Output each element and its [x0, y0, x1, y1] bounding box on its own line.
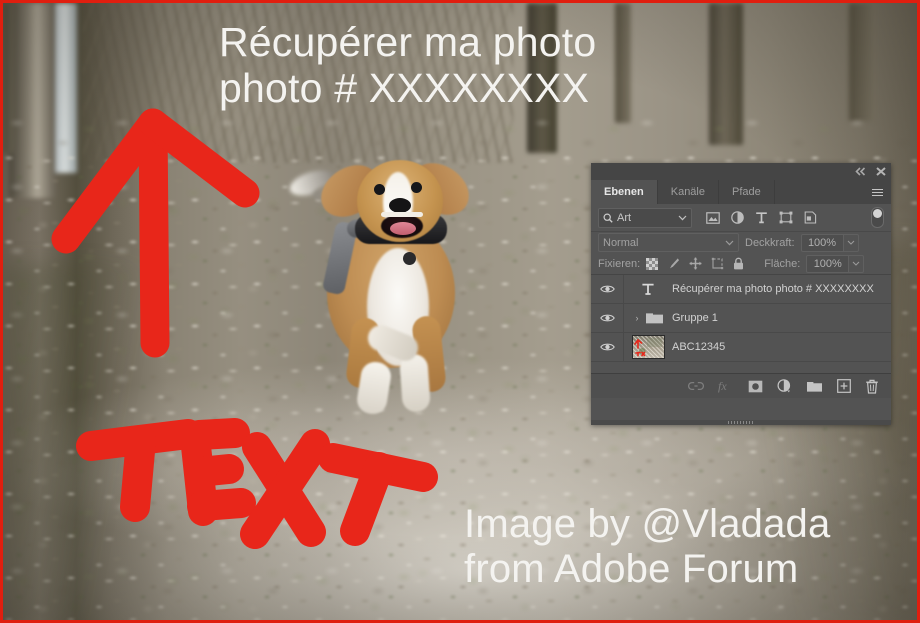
layers-panel: Ebenen Kanäle Pfade Art Normal Deckkraft… [591, 163, 891, 425]
lock-position-icon[interactable] [689, 257, 702, 270]
opacity-stepper[interactable] [843, 233, 859, 252]
blend-mode-select[interactable]: Normal [598, 233, 739, 252]
lock-transparent-pixels-icon[interactable] [646, 257, 659, 270]
tab-ebenen-label: Ebenen [604, 186, 644, 198]
opacity-label: Deckkraft: [745, 236, 795, 249]
link-layers-icon[interactable] [688, 381, 704, 391]
eye-icon [599, 285, 615, 293]
layer-kind-filter-icons [706, 211, 817, 224]
overlay-credit-text: Image by @Vladada from Adobe Forum [464, 502, 831, 591]
layer-visibility-toggle[interactable] [591, 333, 624, 361]
panel-tabs: Ebenen Kanäle Pfade [591, 180, 891, 204]
dog-subject [286, 148, 501, 420]
hamburger-menu-icon [872, 187, 883, 198]
layer-thumbnail[interactable] [631, 335, 665, 359]
type-filter-icon[interactable] [755, 211, 768, 224]
fill-value[interactable]: 100% [806, 254, 850, 273]
layer-name: ABC12345 [672, 341, 726, 353]
folder-icon [645, 313, 663, 324]
filter-type-select[interactable]: Art [598, 207, 692, 228]
dog-nose [389, 198, 411, 213]
tab-kanaele-label: Kanäle [670, 186, 705, 198]
layer-name: Récupérer ma photo photo # XXXXXXXX [672, 283, 874, 295]
layer-style-fx-icon[interactable]: fx [718, 379, 734, 393]
dog-paw-right [399, 353, 431, 413]
blend-mode-row: Normal Deckkraft: 100% [591, 232, 891, 253]
screenshot-root: Récupérer ma photo photo # XXXXXXXX Imag… [0, 0, 920, 623]
layer-filter-row: Art [591, 204, 891, 232]
blend-mode-value: Normal [603, 236, 639, 249]
dog-tongue [390, 222, 416, 235]
table-row[interactable]: Récupérer ma photo photo # XXXXXXXX [591, 275, 891, 304]
adjustment-filter-icon[interactable] [731, 211, 744, 224]
lock-row: Fixieren: Fläche: 100% [591, 253, 891, 274]
eye-icon [599, 314, 615, 322]
thumbnail-annotation-preview [633, 338, 662, 357]
dog-eye-left [374, 184, 385, 195]
fill-label: Fläche: [764, 257, 801, 270]
svg-text:fx: fx [718, 379, 727, 393]
panel-bottom-toolbar: fx [591, 373, 891, 398]
chevron-down-icon [847, 240, 854, 245]
lock-artboard-nesting-icon[interactable] [711, 257, 724, 270]
image-filter-icon[interactable] [706, 211, 720, 224]
dog-teeth [381, 212, 423, 217]
chevron-down-icon [725, 240, 734, 245]
lock-label: Fixieren: [598, 257, 641, 270]
panel-menu-icon[interactable] [868, 180, 891, 204]
search-icon [603, 212, 613, 223]
tab-pfade-label: Pfade [732, 186, 761, 198]
layer-thumbnail-cell [624, 335, 672, 359]
chevron-down-icon [852, 261, 860, 266]
chevron-down-icon [678, 215, 687, 220]
tabs-spacer [775, 180, 868, 204]
panel-titlebar [591, 163, 891, 180]
eye-icon [599, 343, 615, 351]
delete-layer-icon[interactable] [865, 379, 879, 394]
layers-list: Récupérer ma photo photo # XXXXXXXX › Gr… [591, 274, 891, 373]
layer-visibility-toggle[interactable] [591, 275, 624, 303]
opacity-value[interactable]: 100% [800, 233, 844, 252]
layer-name: Gruppe 1 [672, 312, 718, 324]
dog-collar-tag [403, 252, 416, 265]
text-layer-icon [642, 283, 654, 295]
adjustment-layer-icon[interactable] [777, 379, 792, 393]
table-row[interactable]: › Gruppe 1 [591, 304, 891, 333]
tab-pfade[interactable]: Pfade [719, 180, 775, 204]
new-group-icon[interactable] [806, 380, 823, 393]
shape-filter-icon[interactable] [779, 211, 793, 224]
smartobject-filter-icon[interactable] [804, 211, 817, 224]
fill-control[interactable]: 100% [806, 254, 865, 273]
layer-type-icon-cell [624, 282, 672, 296]
filter-type-value: Art [617, 211, 632, 224]
filter-enable-toggle[interactable] [871, 207, 884, 228]
layer-visibility-toggle[interactable] [591, 304, 624, 332]
overlay-title-text: Récupérer ma photo photo # XXXXXXXX [219, 19, 597, 111]
grip-dots-icon [728, 421, 754, 424]
fill-stepper[interactable] [849, 254, 865, 273]
tab-ebenen[interactable]: Ebenen [591, 180, 658, 204]
table-row[interactable]: ABC12345 [591, 333, 891, 362]
lock-all-icon[interactable] [733, 257, 744, 270]
opacity-control[interactable]: 100% [800, 233, 859, 252]
group-disclosure-triangle[interactable]: › [633, 313, 642, 323]
lock-image-pixels-icon[interactable] [667, 257, 680, 270]
panel-resize-grip[interactable] [591, 420, 891, 425]
group-icon-cell: › [624, 311, 672, 325]
close-panel-icon[interactable] [876, 167, 886, 176]
lock-icons [646, 257, 744, 270]
dog-eye-right [411, 182, 422, 193]
new-layer-icon[interactable] [837, 379, 851, 393]
collapse-panel-icon[interactable] [855, 167, 866, 176]
tab-kanaele[interactable]: Kanäle [658, 180, 719, 204]
layer-mask-icon[interactable] [748, 380, 763, 393]
